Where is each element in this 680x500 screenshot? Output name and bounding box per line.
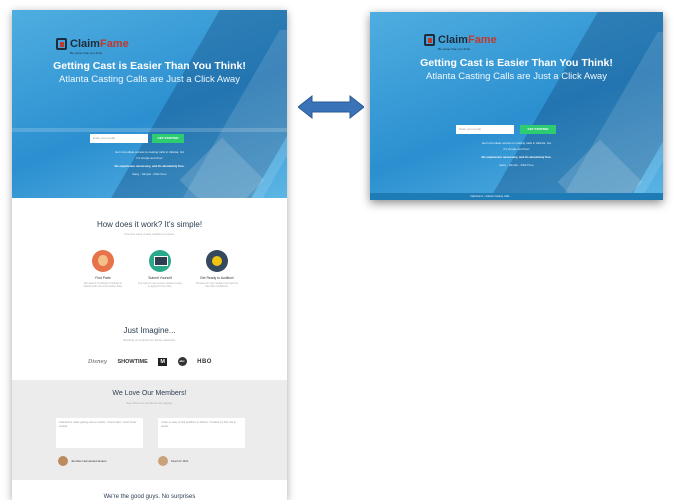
hero-fine-print: No experience necessary, and its absolut… (481, 155, 552, 159)
brand-logos: Disney SHOWTIME M abc HBO (88, 357, 212, 366)
double-arrow-icon (298, 94, 364, 120)
logo-claim: Claim (438, 33, 468, 46)
step-desc: Prepare for your audition and get the ro… (195, 282, 239, 289)
logo-fame: Fame (467, 33, 497, 46)
abc-logo: abc (177, 357, 187, 366)
hero-fine-print: Easy - Simple - Risk Free (499, 163, 534, 167)
avatar (58, 456, 68, 466)
section-title: We're the good guys. No surprises (103, 494, 196, 500)
step-title: Get Ready to Audition! (200, 276, 234, 280)
hero-subtitle: Atlanta Casting Calls are Just a Click A… (59, 74, 240, 85)
avatar (158, 456, 168, 466)
testimonial-author: Kevin D. Rist (158, 456, 188, 466)
email-field[interactable]: Enter your email (456, 125, 514, 134)
hbo-logo: HBO (197, 358, 212, 365)
step-item: Submit Yourself Our easy to use system m… (137, 250, 183, 289)
hero-subtitle: Atlanta Casting Calls are Just a Click A… (426, 71, 607, 82)
email-field[interactable]: Enter your email (90, 134, 148, 143)
section-title: How does it work? It's simple! (96, 220, 203, 229)
logo-tagline: Be closer than you think (70, 51, 103, 55)
hero-bg-shape (12, 128, 287, 132)
signup-form: Enter your email GET STARTED (90, 134, 184, 143)
logo-icon (424, 34, 435, 46)
author-name: Kevin D. Rist (171, 459, 189, 463)
logo-text: ClaimFame (70, 37, 129, 50)
testimonial-quote: It was so easy to find auditions in Atla… (158, 418, 245, 448)
logo-fame: Fame (99, 37, 129, 50)
hero-fine-print: Get immediate access to casting calls in… (114, 150, 185, 154)
author-name: Jennifer Hernandez-Evans (71, 459, 107, 463)
logo-claim: Claim (70, 37, 100, 50)
hero-only-page: ClaimFame Be closer than you think Getti… (370, 12, 663, 200)
steps-row: Find Parts We search hundreds of listing… (80, 250, 240, 289)
section-subtitle: Working on projects for these networks. (123, 338, 176, 342)
testimonials-section: We Love Our Members! See what our member… (12, 380, 287, 480)
comparison-stage: ClaimFame Be closer than you think Getti… (0, 0, 680, 500)
section-subtitle: Use this easy 3 step audition process. (124, 232, 175, 236)
hero-fine-print: No experience necessary, and its absolut… (114, 164, 185, 168)
step-desc: We search hundreds of listings in Atlant… (83, 282, 123, 289)
logo-icon (56, 38, 67, 50)
footer-bar: ClaimFame - Atlanta Casting Calls (370, 193, 663, 200)
full-landing-page: ClaimFame Be closer than you think Getti… (12, 10, 287, 500)
hero-title: Getting Cast is Easier Than You Think! (53, 60, 246, 72)
hero-fine-print: It's simple and free! (503, 147, 530, 151)
section-subtitle: See what our members are saying. (126, 401, 173, 405)
step-item: Get Ready to Audition! Prepare for your … (194, 250, 240, 289)
star-icon (206, 250, 228, 272)
step-item: Find Parts We search hundreds of listing… (80, 250, 126, 289)
section-title: Just Imagine... (123, 326, 176, 335)
step-title: Find Parts (95, 276, 111, 280)
testimonial-quote: ClaimFame made getting cast so simple. I… (56, 418, 143, 448)
showtime-logo: SHOWTIME (117, 358, 148, 365)
testimonial-author: Jennifer Hernandez-Evans (58, 456, 107, 466)
how-it-works-section: How does it work? It's simple! Use this … (12, 220, 287, 236)
step-title: Submit Yourself (148, 276, 172, 280)
hero-title: Getting Cast is Easier Than You Think! (420, 57, 613, 69)
get-started-button[interactable]: GET STARTED (520, 125, 556, 134)
person-icon (92, 250, 114, 272)
logo-text: ClaimFame (438, 33, 497, 46)
get-started-button[interactable]: GET STARTED (152, 134, 184, 143)
section-title: We Love Our Members! (112, 390, 187, 397)
hero-fine-print: Easy - Simple - Risk Free (132, 172, 167, 176)
hero-section: ClaimFame Be closer than you think Getti… (12, 10, 287, 198)
disney-logo: Disney (88, 358, 107, 365)
hero-fine-print: Get immediate access to casting calls in… (481, 141, 552, 145)
logo[interactable]: ClaimFame (56, 38, 129, 50)
step-desc: Our easy to use system makes it easy to … (138, 282, 182, 289)
just-imagine-section: Just Imagine... Working on projects for … (12, 326, 287, 342)
monitor-icon (149, 250, 171, 272)
logo[interactable]: ClaimFame (424, 34, 497, 46)
mtv-logo: M (158, 357, 167, 366)
signup-form: Enter your email GET STARTED (456, 125, 556, 134)
hero-fine-print: It's simple and free! (136, 156, 163, 160)
logo-tagline: Be closer than you think (438, 47, 471, 51)
